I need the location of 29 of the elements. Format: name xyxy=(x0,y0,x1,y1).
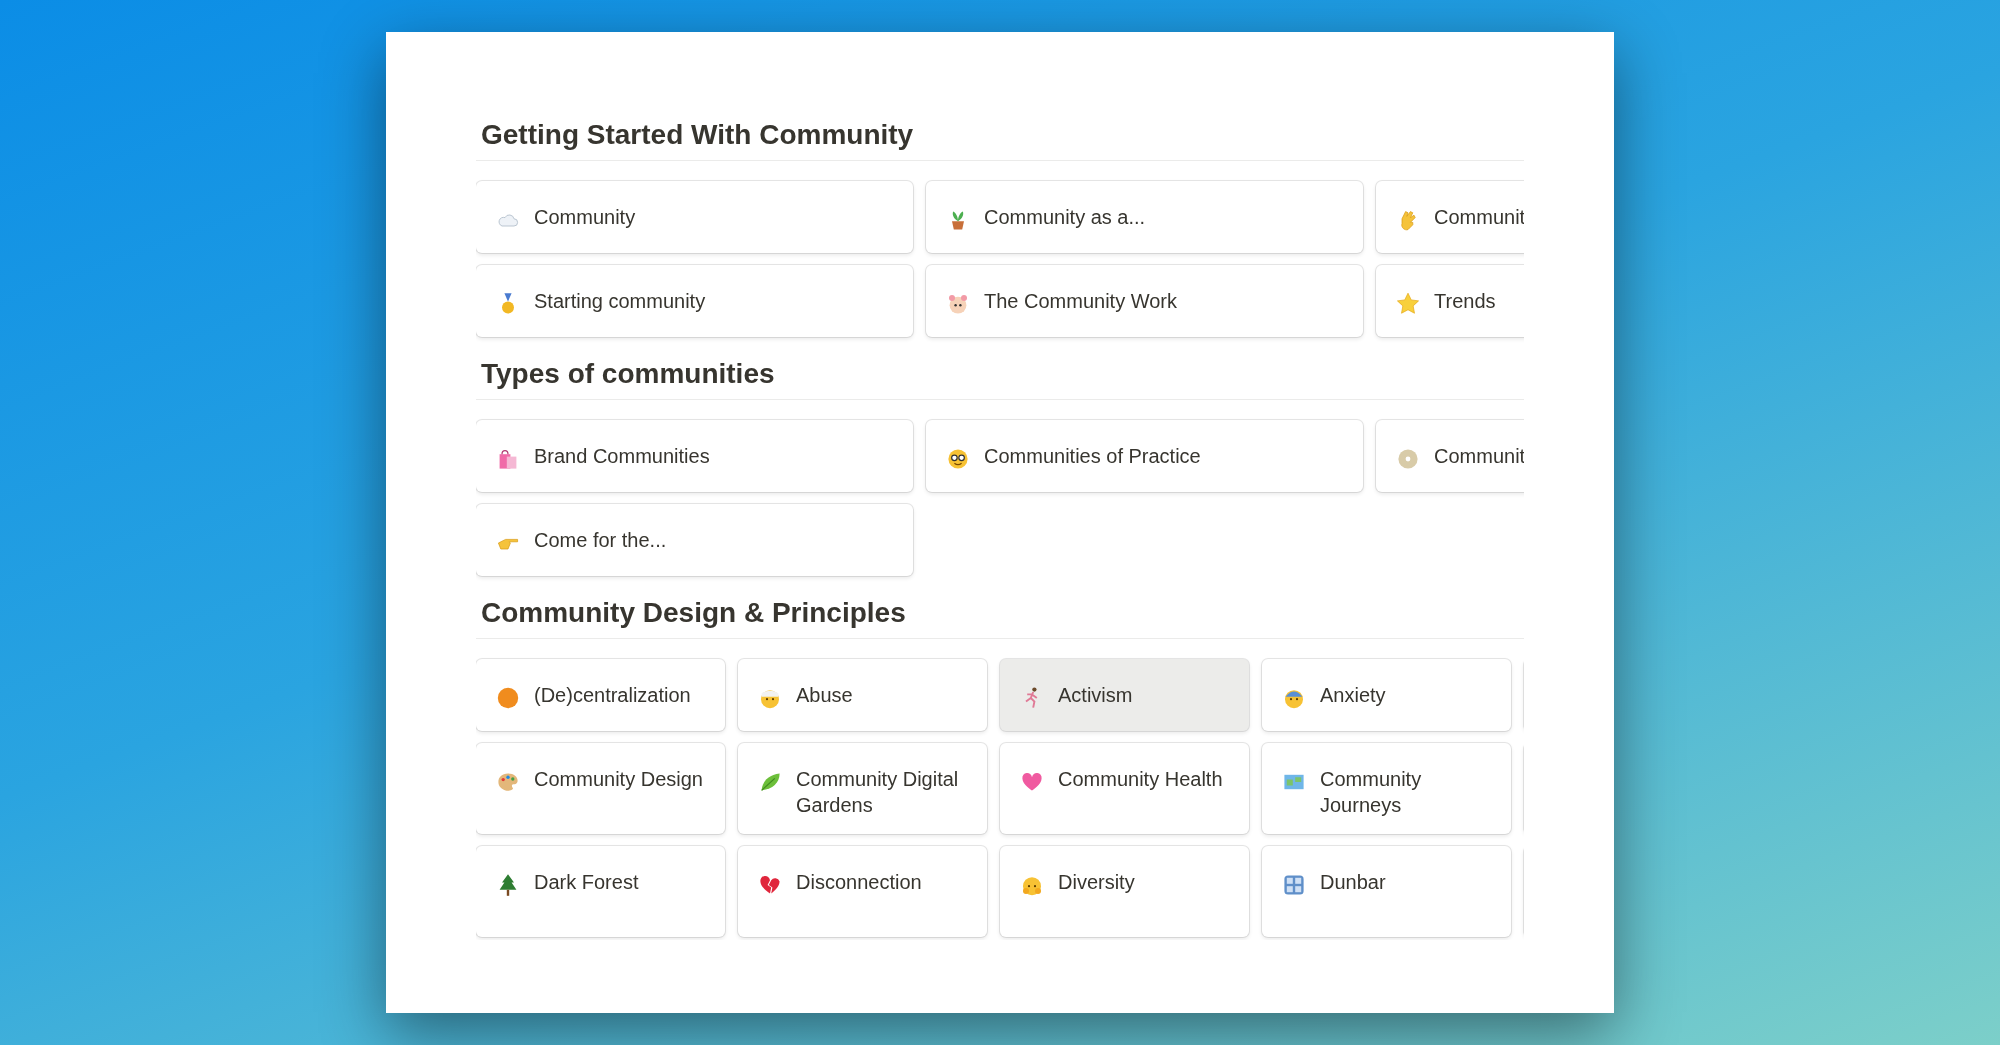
section-heading: Community Design & Principles xyxy=(476,596,1524,639)
disc-icon xyxy=(1396,447,1420,471)
number-keypad-icon xyxy=(1282,873,1306,897)
section-heading: Types of communities xyxy=(476,357,1524,400)
page-card[interactable]: Community Journeys xyxy=(1262,743,1511,834)
page-card[interactable]: Starting community xyxy=(476,265,913,337)
page-card[interactable]: Community Health xyxy=(1000,743,1249,834)
nerd-face-icon xyxy=(946,447,970,471)
page-card[interactable]: Communities of Practice xyxy=(926,420,1363,492)
page-card[interactable]: Community Digital Gardens xyxy=(738,743,987,834)
page-card[interactable]: Trends xyxy=(1376,265,1524,337)
page-card[interactable]: (De)centralization xyxy=(476,659,725,731)
page-card[interactable]: Anxiety xyxy=(1262,659,1511,731)
page-card[interactable]: Community as a... xyxy=(926,181,1363,253)
circle-icon xyxy=(496,686,520,710)
page-card[interactable]: Dark Forest xyxy=(476,846,725,937)
page-card[interactable]: Dunbar xyxy=(1262,846,1511,937)
page-card[interactable]: Community xyxy=(476,181,913,253)
section-heading: Getting Started With Community xyxy=(476,118,1524,161)
page-card[interactable]: Disconnection xyxy=(738,846,987,937)
page-card[interactable]: Activism xyxy=(1000,659,1249,731)
page-card[interactable]: Come for the... xyxy=(476,504,913,576)
star-icon xyxy=(1396,292,1420,316)
page-card[interactable]: Abuse xyxy=(738,659,987,731)
page-card[interactable]: Community Design xyxy=(476,743,725,834)
page-card[interactable]: Diversity xyxy=(1000,846,1249,937)
page-card[interactable]: Brand Communities xyxy=(476,420,913,492)
hamster-icon xyxy=(946,292,970,316)
page-card[interactable]: The Community Work xyxy=(926,265,1363,337)
